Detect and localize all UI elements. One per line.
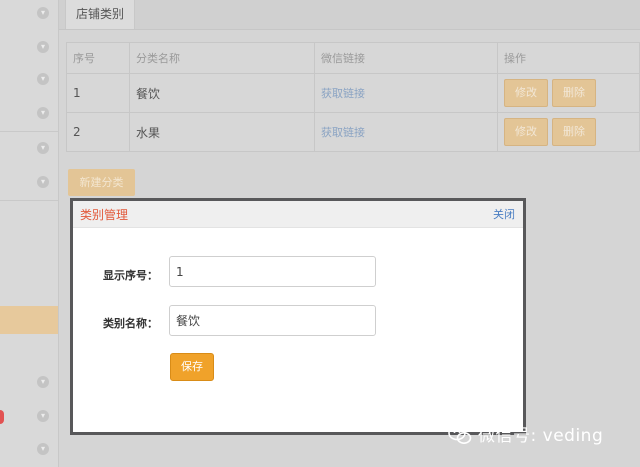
get-link[interactable]: 获取链接 [321, 87, 365, 100]
category-modal: 类别管理 关闭 显示序号： 类别名称： 保存 [70, 198, 526, 435]
chevron-down-icon[interactable]: ▾ [37, 410, 49, 422]
chevron-down-icon[interactable]: ▾ [37, 142, 49, 154]
edit-button[interactable]: 修改 [504, 118, 548, 146]
save-button[interactable]: 保存 [170, 353, 214, 381]
row-index: 2 [66, 112, 130, 152]
close-link[interactable]: 关闭 [493, 206, 515, 222]
table-row: 1 餐饮 获取链接 修改 删除 [66, 73, 640, 113]
chevron-down-icon[interactable]: ▾ [37, 73, 49, 85]
name-label: 类别名称： [103, 317, 158, 330]
notification-badge [0, 410, 4, 424]
get-link[interactable]: 获取链接 [321, 126, 365, 139]
name-input[interactable] [169, 305, 376, 336]
sidebar: ▾ ▾ ▾ ▾ ▾ ▾ ▾ ▾ ▾ [0, 0, 59, 467]
row-name: 水果 [129, 112, 315, 152]
row-name: 餐饮 [129, 73, 315, 113]
chevron-down-icon[interactable]: ▾ [37, 107, 49, 119]
table-header-row: 序号 分类名称 微信链接 操作 [66, 42, 640, 74]
header-name: 分类名称 [129, 42, 315, 74]
chevron-down-icon[interactable]: ▾ [37, 7, 49, 19]
category-table: 序号 分类名称 微信链接 操作 1 餐饮 获取链接 修改 删除 2 水果 获取链接… [66, 42, 640, 152]
modal-header: 类别管理 关闭 [73, 201, 523, 228]
wechat-icon [448, 425, 472, 444]
chevron-down-icon[interactable]: ▾ [37, 41, 49, 53]
order-label: 显示序号： [103, 269, 158, 282]
delete-button[interactable]: 删除 [552, 79, 596, 107]
table-row: 2 水果 获取链接 修改 删除 [66, 112, 640, 152]
edit-button[interactable]: 修改 [504, 79, 548, 107]
header-link: 微信链接 [314, 42, 498, 74]
tab-store-category[interactable]: 店铺类别 [65, 0, 136, 29]
sidebar-item-active[interactable] [0, 306, 58, 334]
watermark-text: 微信号: veding [478, 426, 604, 446]
sidebar-divider [0, 200, 58, 201]
new-category-button[interactable]: 新建分类 [68, 169, 135, 196]
sidebar-divider [0, 131, 58, 132]
row-index: 1 [66, 73, 130, 113]
header-index: 序号 [66, 42, 130, 74]
chevron-down-icon[interactable]: ▾ [37, 376, 49, 388]
tab-bar: 店铺类别 [59, 0, 640, 30]
chevron-down-icon[interactable]: ▾ [37, 176, 49, 188]
chevron-down-icon[interactable]: ▾ [37, 443, 49, 455]
modal-title: 类别管理 [80, 208, 129, 222]
delete-button[interactable]: 删除 [552, 118, 596, 146]
header-actions: 操作 [497, 42, 640, 74]
order-input[interactable] [169, 256, 376, 287]
